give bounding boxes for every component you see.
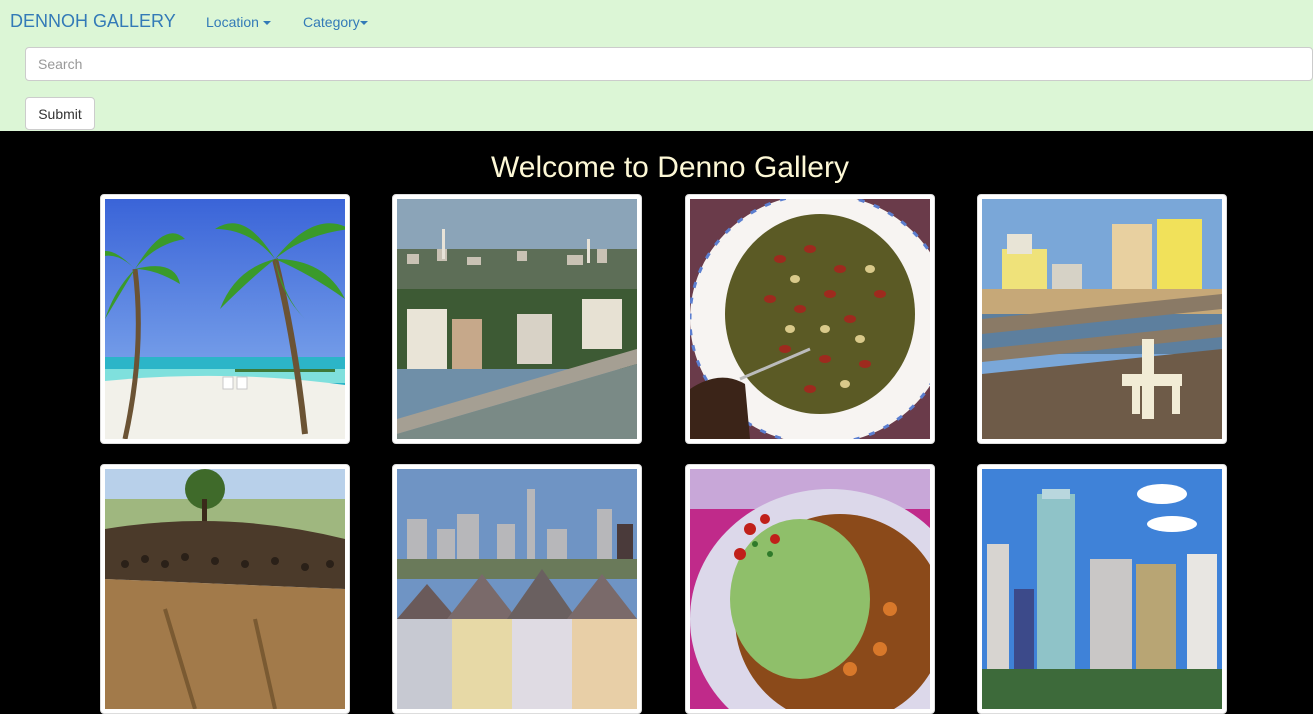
gallery-image-food-plate[interactable] [685,464,935,714]
gallery-grid [0,0,1313,714]
beans-plate-image [690,199,930,439]
painted-ladies-image [397,469,637,709]
waterfront-city-image [397,199,637,439]
gallery-image-wildebeest[interactable] [100,464,350,714]
beach-image [105,199,345,439]
gallery-image-beans-plate[interactable] [685,194,935,444]
gallery-image-painted-ladies[interactable] [392,464,642,714]
gallery-image-waterfront-city[interactable] [392,194,642,444]
food-plate-image [690,469,930,709]
city-skyline-image [982,469,1222,709]
gallery-image-city-skyline[interactable] [977,464,1227,714]
gallery-image-beach[interactable] [100,194,350,444]
beach-pier-image [982,199,1222,439]
gallery-image-beach-pier[interactable] [977,194,1227,444]
wildebeest-image [105,469,345,709]
